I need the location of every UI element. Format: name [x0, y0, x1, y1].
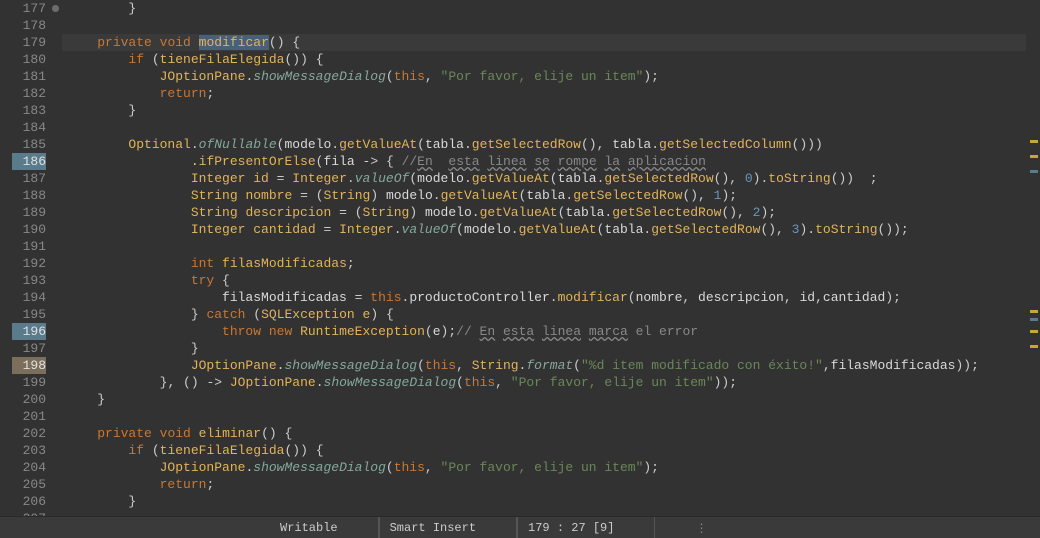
status-insert-mode[interactable]: Smart Insert — [379, 517, 517, 538]
line-number[interactable]: 199 — [12, 374, 46, 391]
code-line[interactable]: } catch (SQLException e) { — [62, 306, 1026, 323]
breakpoint-marker-icon[interactable] — [52, 5, 59, 12]
line-number[interactable]: 190 — [12, 221, 46, 238]
code-line[interactable]: Optional.ofNullable(modelo.getValueAt(ta… — [62, 136, 1026, 153]
code-line[interactable] — [62, 238, 1026, 255]
line-number[interactable]: 193 — [12, 272, 46, 289]
code-line[interactable]: try { — [62, 272, 1026, 289]
line-number[interactable]: 182 — [12, 85, 46, 102]
code-line[interactable] — [62, 510, 1026, 516]
code-area[interactable]: } private void modificar() { if (tieneFi… — [62, 0, 1026, 516]
line-number[interactable]: 203 — [12, 442, 46, 459]
line-number[interactable]: 192 — [12, 255, 46, 272]
code-line[interactable]: Integer id = Integer.valueOf(modelo.getV… — [62, 170, 1026, 187]
code-line[interactable]: JOptionPane.showMessageDialog(this, Stri… — [62, 357, 1026, 374]
code-line[interactable]: throw new RuntimeException(e);// En esta… — [62, 323, 1026, 340]
ruler-mark[interactable] — [1030, 140, 1038, 143]
code-line[interactable]: JOptionPane.showMessageDialog(this, "Por… — [62, 459, 1026, 476]
line-number[interactable]: 204 — [12, 459, 46, 476]
code-line[interactable] — [62, 408, 1026, 425]
code-line[interactable]: return; — [62, 476, 1026, 493]
line-number[interactable]: 184 — [12, 119, 46, 136]
status-cursor-position[interactable]: 179 : 27 [9] — [517, 517, 655, 538]
code-line[interactable]: String descripcion = (String) modelo.get… — [62, 204, 1026, 221]
code-line[interactable] — [62, 17, 1026, 34]
line-number[interactable]: 179 — [12, 34, 46, 51]
line-number[interactable]: 200 — [12, 391, 46, 408]
code-line[interactable]: private void modificar() { — [62, 34, 1026, 51]
ruler-mark[interactable] — [1030, 310, 1038, 313]
code-line[interactable]: Integer cantidad = Integer.valueOf(model… — [62, 221, 1026, 238]
ruler-mark[interactable] — [1030, 155, 1038, 158]
line-number[interactable]: 189 — [12, 204, 46, 221]
code-line[interactable]: } — [62, 493, 1026, 510]
code-line[interactable]: } — [62, 340, 1026, 357]
code-line[interactable]: private void eliminar() { — [62, 425, 1026, 442]
line-number[interactable]: 197 — [12, 340, 46, 357]
line-number[interactable]: 194 — [12, 289, 46, 306]
line-number[interactable]: 195 — [12, 306, 46, 323]
code-line[interactable]: .ifPresentOrElse(fila -> { //En esta lin… — [62, 153, 1026, 170]
code-line[interactable]: String nombre = (String) modelo.getValue… — [62, 187, 1026, 204]
line-number[interactable]: 201 — [12, 408, 46, 425]
overview-ruler[interactable] — [1026, 0, 1040, 516]
line-number[interactable]: 181 — [12, 68, 46, 85]
code-line[interactable]: filasModificadas = this.productoControll… — [62, 289, 1026, 306]
ruler-mark[interactable] — [1030, 345, 1038, 348]
status-bar: Writable Smart Insert 179 : 27 [9] ⋮ — [0, 516, 1040, 538]
code-line[interactable]: if (tieneFilaElegida()) { — [62, 442, 1026, 459]
line-number[interactable]: 196 — [12, 323, 46, 340]
line-number[interactable]: 205 — [12, 476, 46, 493]
code-line[interactable]: if (tieneFilaElegida()) { — [62, 51, 1026, 68]
line-number[interactable]: 202 — [12, 425, 46, 442]
code-line[interactable]: }, () -> JOptionPane.showMessageDialog(t… — [62, 374, 1026, 391]
ruler-mark[interactable] — [1030, 170, 1038, 173]
status-writable[interactable]: Writable — [270, 517, 379, 538]
code-line[interactable]: } — [62, 391, 1026, 408]
code-line[interactable] — [62, 119, 1026, 136]
line-number[interactable]: 198 — [12, 357, 46, 374]
code-line[interactable]: return; — [62, 85, 1026, 102]
code-editor[interactable]: 1771781791801811821831841851861871881891… — [0, 0, 1040, 516]
breakpoint-gutter[interactable] — [50, 0, 62, 516]
line-number[interactable]: 186 — [12, 153, 46, 170]
line-number[interactable]: 187 — [12, 170, 46, 187]
line-number[interactable]: 191 — [12, 238, 46, 255]
code-line[interactable]: int filasModificadas; — [62, 255, 1026, 272]
line-number[interactable]: 188 — [12, 187, 46, 204]
ruler-mark[interactable] — [1030, 330, 1038, 333]
code-line[interactable]: } — [62, 102, 1026, 119]
line-number[interactable]: 177 — [12, 0, 46, 17]
status-overflow-icon[interactable]: ⋮ — [695, 521, 708, 536]
line-number[interactable]: 180 — [12, 51, 46, 68]
line-number[interactable]: 178 — [12, 17, 46, 34]
line-number-gutter[interactable]: 1771781791801811821831841851861871881891… — [12, 0, 50, 516]
code-line[interactable]: } — [62, 0, 1026, 17]
line-number[interactable]: 206 — [12, 493, 46, 510]
code-line[interactable]: JOptionPane.showMessageDialog(this, "Por… — [62, 68, 1026, 85]
line-number[interactable]: 183 — [12, 102, 46, 119]
line-number[interactable]: 207 — [12, 510, 46, 516]
line-number[interactable]: 185 — [12, 136, 46, 153]
ruler-mark[interactable] — [1030, 318, 1038, 321]
left-gutter — [0, 0, 12, 516]
